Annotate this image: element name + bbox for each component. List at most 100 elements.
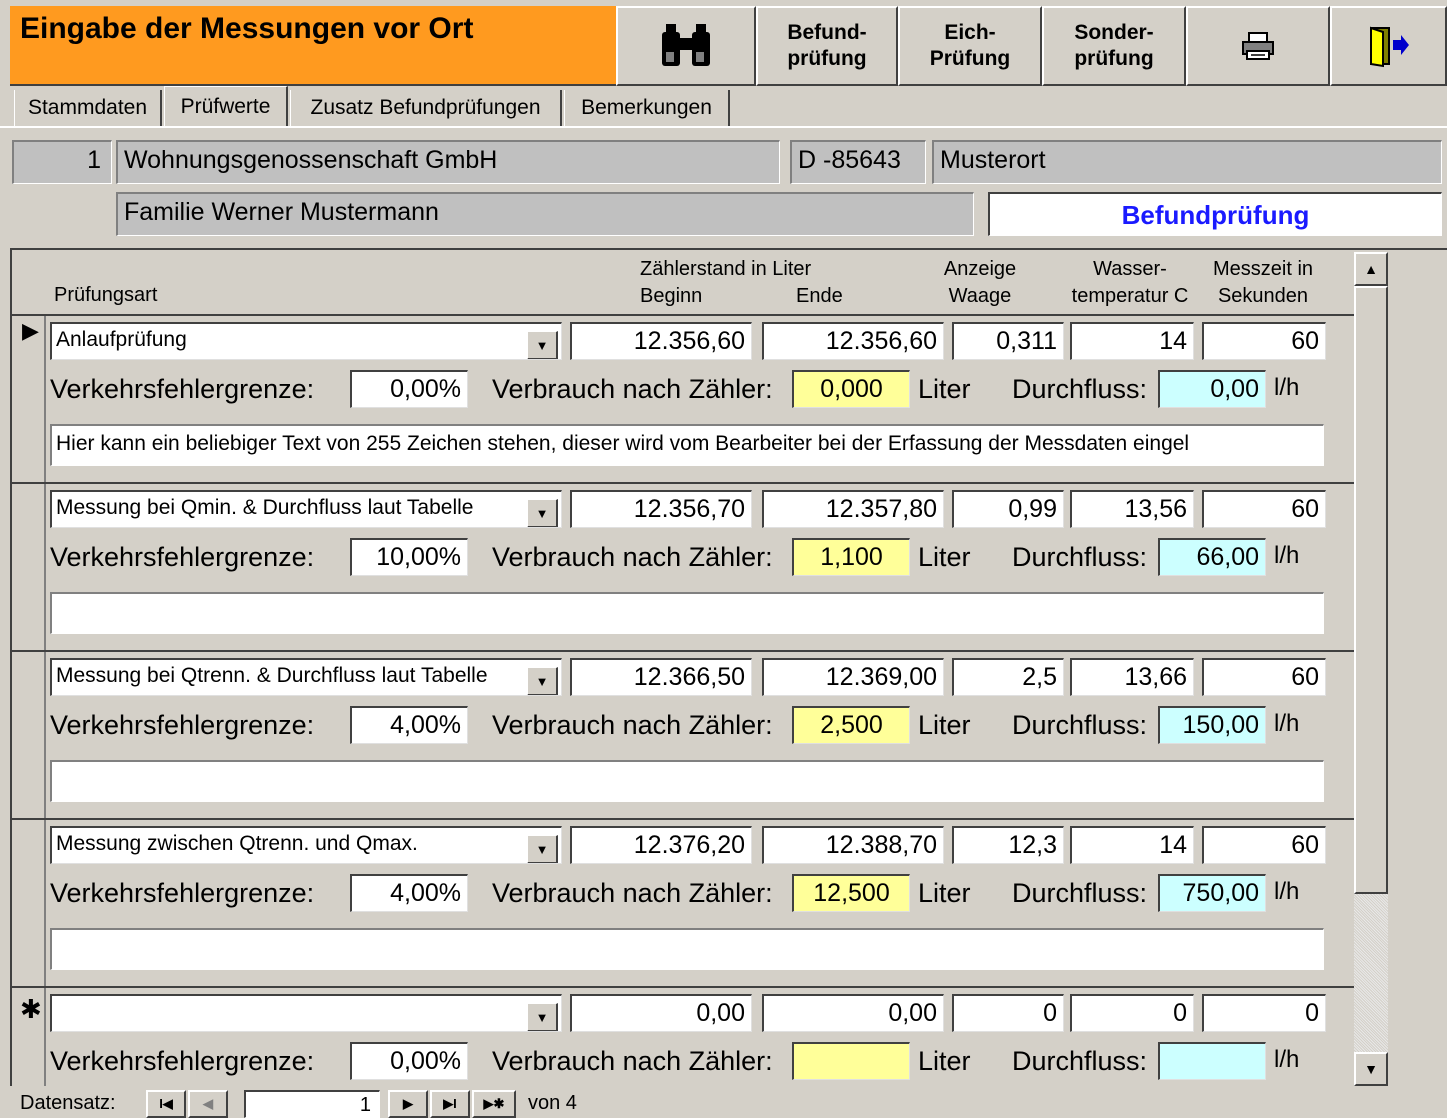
- tab-bemerkungen[interactable]: Bemerkungen: [564, 90, 730, 126]
- beginn-field[interactable]: 12.356,70: [570, 490, 752, 528]
- durchfluss-field: 150,00: [1158, 706, 1266, 744]
- city-field[interactable]: Musterort: [932, 140, 1442, 184]
- beginn-field[interactable]: 12.366,50: [570, 658, 752, 696]
- durchfluss-label: Durchfluss:: [1012, 1046, 1148, 1076]
- unit-label: l/h: [1274, 542, 1300, 569]
- ende-field[interactable]: 12.357,80: [762, 490, 944, 528]
- new-record-indicator[interactable]: ✱: [20, 994, 42, 1025]
- form-title: Eingabe der Messungen vor Ort: [20, 12, 474, 45]
- scroll-down-button[interactable]: ▼: [1354, 1052, 1388, 1086]
- waage-field[interactable]: 2,5: [952, 658, 1064, 696]
- pruefungsart-combo[interactable]: Messung bei Qmin. & Durchfluss laut Tabe…: [50, 490, 562, 528]
- eichpruefung-button[interactable]: Eich- Prüfung: [898, 6, 1042, 86]
- durchfluss-label: Durchfluss:: [1012, 374, 1148, 404]
- fehlergrenze-field[interactable]: 10,00%: [350, 538, 468, 576]
- waage-field[interactable]: 12,3: [952, 826, 1064, 864]
- unit-label: l/h: [1274, 878, 1300, 905]
- fehlergrenze-label: Verkehrsfehlergrenze:: [50, 878, 315, 908]
- search-button[interactable]: [616, 6, 756, 86]
- temperatur-field[interactable]: 0: [1070, 994, 1194, 1032]
- messzeit-field[interactable]: 60: [1202, 322, 1326, 360]
- fehlergrenze-label: Verkehrsfehlergrenze:: [50, 710, 315, 740]
- next-record-button[interactable]: ▶: [388, 1090, 428, 1118]
- beginn-field[interactable]: 0,00: [570, 994, 752, 1032]
- chevron-down-icon[interactable]: ▼: [527, 1003, 558, 1031]
- liter-label: Liter: [918, 374, 971, 404]
- verbrauch-field: 2,500: [792, 706, 910, 744]
- print-button[interactable]: [1186, 6, 1330, 86]
- chevron-down-icon[interactable]: ▼: [527, 667, 558, 695]
- pruefungsart-combo[interactable]: Messung zwischen Qtrenn. und Qmax. ▼: [50, 826, 562, 864]
- messzeit-field[interactable]: 60: [1202, 658, 1326, 696]
- verbrauch-field: 0,000: [792, 370, 910, 408]
- waage-field[interactable]: 0,99: [952, 490, 1064, 528]
- current-record-indicator[interactable]: ▶: [22, 318, 39, 344]
- pruefungsart-value: Anlaufprüfung: [56, 328, 187, 351]
- fehlergrenze-field[interactable]: 4,00%: [350, 706, 468, 744]
- row-separator: [12, 818, 1354, 820]
- messzeit-field[interactable]: 60: [1202, 490, 1326, 528]
- tab-pruefwerte[interactable]: Prüfwerte: [164, 86, 288, 126]
- pruefungsart-combo[interactable]: ▼: [50, 994, 562, 1032]
- messzeit-field[interactable]: 60: [1202, 826, 1326, 864]
- note-field[interactable]: [50, 592, 1324, 634]
- unit-label: l/h: [1274, 710, 1300, 737]
- temperatur-field[interactable]: 14: [1070, 322, 1194, 360]
- waage-field[interactable]: 0: [952, 994, 1064, 1032]
- ende-field[interactable]: 0,00: [762, 994, 944, 1032]
- chevron-down-icon[interactable]: ▼: [527, 331, 558, 359]
- temperatur-field[interactable]: 14: [1070, 826, 1194, 864]
- ende-field[interactable]: 12.388,70: [762, 826, 944, 864]
- liter-label: Liter: [918, 542, 971, 572]
- note-field[interactable]: [50, 928, 1324, 970]
- chevron-down-icon[interactable]: ▼: [527, 499, 558, 527]
- messzeit-field[interactable]: 0: [1202, 994, 1326, 1032]
- pruefungsart-value: Messung zwischen Qtrenn. und Qmax.: [56, 832, 418, 855]
- pruefungsart-combo[interactable]: Anlaufprüfung ▼: [50, 322, 562, 360]
- fehlergrenze-field[interactable]: 0,00%: [350, 1042, 468, 1080]
- waage-field[interactable]: 0,311: [952, 322, 1064, 360]
- befundpruefung-button[interactable]: Befund- prüfung: [756, 6, 898, 86]
- row-separator: [12, 482, 1354, 484]
- prev-record-button[interactable]: ◀: [188, 1090, 228, 1118]
- note-field[interactable]: Hier kann ein beliebiger Text von 255 Ze…: [50, 424, 1324, 466]
- table-top-border: [10, 248, 1447, 250]
- durchfluss-label: Durchfluss:: [1012, 878, 1148, 908]
- scrollbar-thumb[interactable]: [1354, 286, 1388, 894]
- row-separator: [12, 314, 1354, 316]
- beginn-field[interactable]: 12.356,60: [570, 322, 752, 360]
- new-record-button[interactable]: ▶✱: [472, 1090, 516, 1118]
- tab-stammdaten[interactable]: Stammdaten: [14, 90, 162, 126]
- pruefungstyp-field: Befundprüfung: [988, 192, 1442, 236]
- record-selector-column: [12, 314, 46, 1100]
- exit-door-icon: [1369, 26, 1409, 68]
- pruefungsart-value: Messung bei Qtrenn. & Durchfluss laut Ta…: [56, 664, 488, 687]
- fehlergrenze-field[interactable]: 0,00%: [350, 370, 468, 408]
- pruefungsart-combo[interactable]: Messung bei Qtrenn. & Durchfluss laut Ta…: [50, 658, 562, 696]
- col-header-temperatur: temperatur C: [1071, 285, 1189, 307]
- ende-field[interactable]: 12.356,60: [762, 322, 944, 360]
- temperatur-field[interactable]: 13,56: [1070, 490, 1194, 528]
- last-record-button[interactable]: ▶I: [430, 1090, 470, 1118]
- fehlergrenze-label: Verkehrsfehlergrenze:: [50, 542, 315, 572]
- note-field[interactable]: [50, 760, 1324, 802]
- exit-button[interactable]: [1330, 6, 1447, 86]
- sonderpruefung-button[interactable]: Sonder- prüfung: [1042, 6, 1186, 86]
- tab-strip-line: [0, 126, 1447, 128]
- chevron-down-icon[interactable]: ▼: [527, 835, 558, 863]
- fehlergrenze-field[interactable]: 4,00%: [350, 874, 468, 912]
- beginn-field[interactable]: 12.376,20: [570, 826, 752, 864]
- customer-name-field[interactable]: Familie Werner Mustermann: [116, 192, 974, 236]
- zip-field[interactable]: D -85643: [790, 140, 926, 184]
- first-record-button[interactable]: I◀: [146, 1090, 186, 1118]
- company-field[interactable]: Wohnungsgenossenschaft GmbH: [116, 140, 780, 184]
- col-header-waage: Waage: [948, 285, 1012, 307]
- col-header-messzeit: Messzeit in: [1212, 258, 1314, 280]
- ende-field[interactable]: 12.369,00: [762, 658, 944, 696]
- record-number-input[interactable]: 1: [244, 1090, 380, 1118]
- row-separator: [12, 650, 1354, 652]
- tab-zusatz-befundpruefungen[interactable]: Zusatz Befundprüfungen: [290, 90, 562, 126]
- verbrauch-label: Verbrauch nach Zähler:: [492, 1046, 773, 1076]
- scroll-up-button[interactable]: ▲: [1354, 252, 1388, 286]
- temperatur-field[interactable]: 13,66: [1070, 658, 1194, 696]
